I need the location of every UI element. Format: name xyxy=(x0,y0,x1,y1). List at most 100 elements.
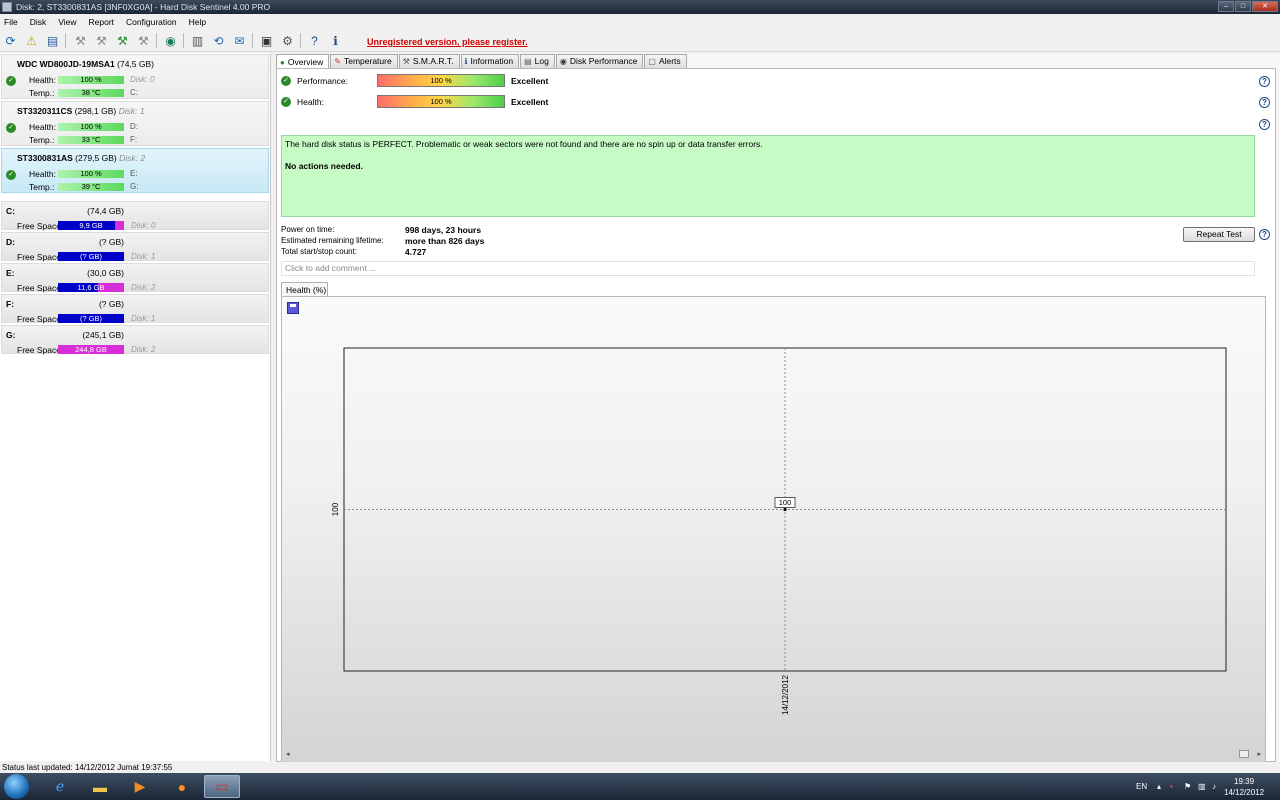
web-icon[interactable]: ◉ xyxy=(162,32,179,49)
tray-expand-icon[interactable]: ▴ xyxy=(1157,782,1161,791)
tab-health-chart[interactable]: Health (%) xyxy=(281,282,328,297)
clock-time[interactable]: 19:39 xyxy=(1234,777,1254,786)
temperature-bar: 39 °C xyxy=(58,183,124,191)
minimize-button[interactable]: – xyxy=(1218,1,1234,12)
power-on-value: 998 days, 23 hours xyxy=(405,225,482,235)
health-bar: 100 % xyxy=(58,76,124,84)
info-icon[interactable]: ℹ xyxy=(327,32,344,49)
tray-network-icon[interactable]: ▥ xyxy=(1198,782,1206,791)
disk-name: WDC WD800JD-19MSA1 xyxy=(17,59,115,69)
health-help-icon[interactable]: ? xyxy=(1259,97,1270,108)
refresh-icon[interactable]: ⟳ xyxy=(2,32,19,49)
scroll-thumb[interactable] xyxy=(1239,750,1249,758)
explorer-folder-icon[interactable]: ▬ xyxy=(82,775,118,798)
taskbar: ℯ ▬ ▶ ● ▭ EN ▴ ▪ ⚑ ▥ ♪ 19:39 14/12/2012 xyxy=(0,773,1280,800)
backup-icon[interactable]: ⟲ xyxy=(210,32,227,49)
health-bar: 100 % xyxy=(58,123,124,131)
volume-card-g[interactable]: G: (245,1 GB) Free Space 244,8 GB Disk: … xyxy=(1,325,269,355)
free-space-bar: 9,9 GB xyxy=(58,221,124,230)
menu-file[interactable]: File xyxy=(4,17,18,27)
disk-tools-icon[interactable]: ⚒ xyxy=(135,32,152,49)
performance-help-icon[interactable]: ? xyxy=(1259,76,1270,87)
menu-disk[interactable]: Disk xyxy=(30,17,47,27)
menu-bar: File Disk View Report Configuration Help xyxy=(0,14,1280,29)
disk-list-panel: WDC WD800JD-19MSA1 (74,5 GB) ✓ Health: 1… xyxy=(0,53,271,761)
volume-card-f[interactable]: F: (? GB) Free Space (? GB) Disk: 1 xyxy=(1,294,269,324)
warning-icon[interactable]: ⚠ xyxy=(23,32,40,49)
power-on-label: Power on time: xyxy=(281,225,335,234)
smart-icon: ⚒ xyxy=(402,57,410,66)
disk-name: ST3300831AS xyxy=(17,153,73,163)
start-button[interactable] xyxy=(4,774,29,799)
register-link[interactable]: Unregistered version, please register. xyxy=(367,37,528,47)
firefox-icon[interactable]: ● xyxy=(164,775,200,798)
disk-card-2[interactable]: ST3300831AS (279,5 GB) Disk: 2 ✓ Health:… xyxy=(1,148,269,193)
status-message-box: The hard disk status is PERFECT. Problem… xyxy=(281,135,1255,217)
horizontal-scrollbar[interactable]: ◂ ▸ xyxy=(286,750,1261,760)
menu-report[interactable]: Report xyxy=(89,17,115,27)
y-tick-label: 100 xyxy=(331,502,340,516)
performance-rating: Excellent xyxy=(511,76,549,86)
gear-icon[interactable]: ⚙ xyxy=(279,32,296,49)
tab-information[interactable]: ℹ Information xyxy=(460,54,520,68)
status-message: The hard disk status is PERFECT. Problem… xyxy=(285,139,763,149)
volume-card-d[interactable]: D: (? GB) Free Space (? GB) Disk: 1 xyxy=(1,232,269,262)
status-bar: Status last updated: 14/12/2012 Jumat 19… xyxy=(0,762,1280,773)
maximize-button[interactable]: □ xyxy=(1235,1,1251,12)
tab-log[interactable]: ▤ Log xyxy=(520,54,555,68)
internet-explorer-icon[interactable]: ℯ xyxy=(42,775,78,798)
clock-date[interactable]: 14/12/2012 xyxy=(1224,788,1264,797)
check-icon: ✓ xyxy=(6,123,16,133)
repeat-test-button[interactable]: Repeat Test xyxy=(1183,227,1255,242)
performance-bar: 100 % xyxy=(377,74,505,87)
comment-input[interactable]: Click to add comment ... xyxy=(281,261,1255,276)
verify-icon[interactable]: ⚒ xyxy=(114,32,131,49)
disk-name: ST3320311CS xyxy=(17,106,73,116)
tab-smart[interactable]: ⚒ S.M.A.R.T. xyxy=(398,54,460,68)
tray-volume-icon[interactable]: ♪ xyxy=(1212,782,1216,791)
send-icon[interactable]: ✉ xyxy=(231,32,248,49)
tab-disk-performance[interactable]: ◉ Disk Performance xyxy=(555,54,644,68)
health-chart: 100 14/12/2012 100 xyxy=(331,347,1227,715)
tab-temperature[interactable]: ✎ Temperature xyxy=(330,54,398,68)
free-space-bar: 11,6 GB xyxy=(58,283,124,292)
language-indicator[interactable]: EN xyxy=(1136,782,1147,791)
tray-hds-icon[interactable]: ▪ xyxy=(1170,782,1173,791)
info-icon: ℹ xyxy=(464,57,468,66)
close-button[interactable]: ✕ xyxy=(1252,1,1278,12)
volume-card-c[interactable]: C: (74,4 GB) Free Space 9,9 GB Disk: 0 xyxy=(1,201,269,231)
details-panel: ● Overview ✎ Temperature ⚒ S.M.A.R.T. ℹ Info… xyxy=(276,53,1280,763)
alert-icon: ▢ xyxy=(648,57,656,66)
volume-card-e[interactable]: E: (30,0 GB) Free Space 11,6 GB Disk: 2 xyxy=(1,263,269,293)
disk-card-0[interactable]: WDC WD800JD-19MSA1 (74,5 GB) ✓ Health: 1… xyxy=(1,54,269,99)
media-player-icon[interactable]: ▶ xyxy=(122,775,158,798)
free-space-bar: 244,8 GB xyxy=(58,345,124,354)
data-point xyxy=(783,507,787,512)
test-icon[interactable]: ⚒ xyxy=(72,32,89,49)
menu-configuration[interactable]: Configuration xyxy=(126,17,177,27)
status-help-icon[interactable]: ? xyxy=(1259,119,1270,130)
tab-alerts[interactable]: ▢ Alerts xyxy=(644,54,687,68)
disk-icon[interactable]: ▤ xyxy=(44,32,61,49)
menu-view[interactable]: View xyxy=(58,17,76,27)
tray-flag-icon[interactable]: ⚑ xyxy=(1184,782,1191,791)
report-icon[interactable]: ▥ xyxy=(189,32,206,49)
x-tick-label: 14/12/2012 xyxy=(781,674,790,715)
config-icon[interactable]: ▣ xyxy=(258,32,275,49)
scroll-right-icon[interactable]: ▸ xyxy=(1257,750,1261,758)
temperature-bar: 33 °C xyxy=(58,136,124,144)
check-icon: ✓ xyxy=(281,97,291,107)
check-icon: ✓ xyxy=(6,170,16,180)
health-rating: Excellent xyxy=(511,97,549,107)
help-icon[interactable]: ? xyxy=(306,32,323,49)
menu-help[interactable]: Help xyxy=(189,17,206,27)
scroll-left-icon[interactable]: ◂ xyxy=(286,750,290,758)
repeat-test-help-icon[interactable]: ? xyxy=(1259,229,1270,240)
disk-card-1[interactable]: ST3320311CS (298,1 GB) Disk: 1 ✓ Health:… xyxy=(1,101,269,146)
hard-disk-sentinel-task[interactable]: ▭ xyxy=(204,775,240,798)
surface-test-icon[interactable]: ⚒ xyxy=(93,32,110,49)
lifetime-label: Estimated remaining lifetime: xyxy=(281,236,384,245)
health-bar: 100 % xyxy=(58,170,124,178)
startstop-value: 4.727 xyxy=(405,247,427,257)
tab-overview[interactable]: ● Overview xyxy=(276,54,330,69)
